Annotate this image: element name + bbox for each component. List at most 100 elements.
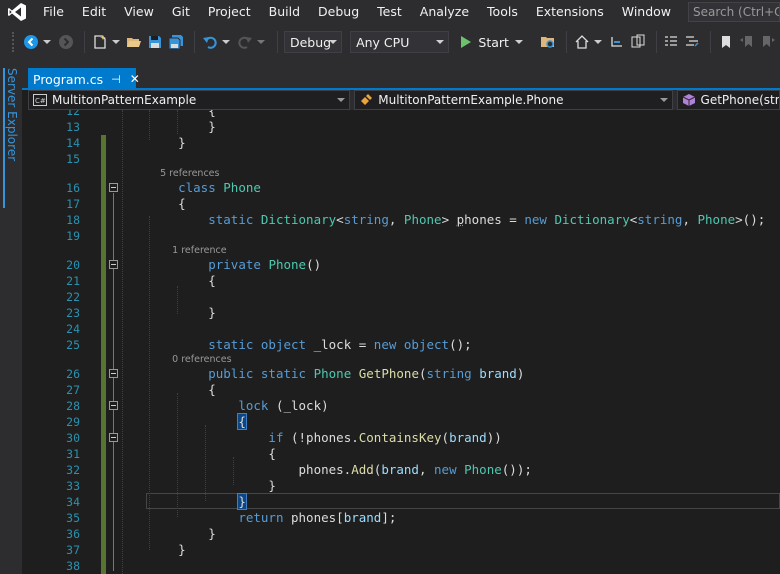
method-icon [682,93,696,107]
start-debugging-button[interactable]: Start [457,31,527,53]
menu-project[interactable]: Project [199,0,260,24]
menu-test[interactable]: Test [368,0,411,24]
menu-file[interactable]: File [34,0,73,24]
chevron-down-icon[interactable] [222,31,231,53]
solution-platform-value: Any CPU [356,34,410,50]
menu-window[interactable]: Window [613,0,680,24]
menu-tools[interactable]: Tools [478,0,527,24]
solution-configuration-select[interactable]: Debug [283,31,343,53]
side-panel-strip: Server Explorer [0,60,22,574]
bookmark-icon[interactable] [717,31,735,53]
redo-icon[interactable] [236,31,254,53]
line-number: 28 [66,399,80,413]
codelens-references[interactable]: 1 reference [148,244,780,257]
menu-view[interactable]: View [115,0,163,24]
navigate-forward-icon[interactable] [57,31,75,53]
chevron-down-icon[interactable] [257,31,266,53]
code-text[interactable]: { } } 5 references class Phone { static … [148,110,780,574]
indicator-margin[interactable] [28,110,46,574]
chevron-down-icon [659,98,668,102]
close-icon[interactable]: ✕ [130,72,140,86]
search-input[interactable]: Search (Ctrl+Q) [688,2,780,22]
member-dropdown[interactable]: GetPhone(string brand) [676,90,780,110]
collapse-icon[interactable] [109,433,118,442]
project-dropdown[interactable]: C# MultitonPatternExample [28,90,351,110]
line-number: 38 [66,559,80,573]
member-name: GetPhone(string brand) [700,93,780,107]
menu-debug[interactable]: Debug [309,0,368,24]
chevron-down-icon[interactable] [111,31,120,53]
visual-studio-logo-icon[interactable] [0,0,34,24]
save-all-icon[interactable] [167,31,185,53]
chevron-down-icon[interactable] [593,31,602,53]
line-number: 29 [66,415,80,429]
server-explorer-tab[interactable]: Server Explorer [3,68,19,208]
previous-bookmark-icon[interactable] [738,31,756,53]
toolbar-grip[interactable] [12,32,16,52]
undo-icon[interactable] [201,31,219,53]
menu-build[interactable]: Build [260,0,309,24]
bookmark-list-icon[interactable] [629,31,647,53]
menu-edit[interactable]: Edit [73,0,115,24]
code-line-16: class Phone [178,180,261,195]
chevron-down-icon[interactable] [514,40,523,44]
line-number: 16 [66,181,80,195]
open-folder-icon[interactable] [126,31,144,53]
standard-toolbar: Debug Any CPU Start [0,24,780,60]
indent-guide [122,110,123,574]
code-line-23: } [148,305,216,320]
code-editor[interactable]: 12 13 14 15 16 17 18 19 20 21 22 23 24 2… [28,110,780,574]
uncomment-lines-icon[interactable] [683,31,701,53]
chevron-down-icon [436,40,445,44]
outlining-margin[interactable] [108,110,120,574]
line-number: 14 [66,136,80,150]
line-number: 34 [66,495,80,509]
change-tracking-bar [101,135,106,574]
line-number: 31 [66,447,80,461]
step-over-icon[interactable] [608,31,626,53]
line-number: 25 [66,338,80,352]
code-line-27: { [148,382,216,397]
menu-git[interactable]: Git [163,0,199,24]
code-line-28: lock (_lock) [238,398,329,413]
home-icon[interactable] [573,31,591,53]
line-number: 36 [66,527,80,541]
document-tab-program[interactable]: Program.cs ⊣ ✕ [28,68,140,90]
solution-platform-select[interactable]: Any CPU [350,31,450,53]
start-label: Start [478,34,509,50]
menu-analyze[interactable]: Analyze [411,0,478,24]
code-line-32: phones.Add(brand, new Phone()); [148,462,532,477]
play-icon [461,36,472,48]
code-line-29: { [237,413,247,430]
collapse-icon[interactable] [109,401,118,410]
code-line-33: } [148,478,276,493]
chevron-down-icon[interactable] [42,31,51,53]
codelens-references[interactable]: 5 references [148,167,780,180]
collapse-icon[interactable] [109,369,118,378]
menu-extensions[interactable]: Extensions [527,0,613,24]
collapse-icon[interactable] [109,260,118,269]
navigate-back-icon[interactable] [22,31,40,53]
line-number-gutter: 12 13 14 15 16 17 18 19 20 21 22 23 24 2… [46,110,80,574]
codelens-references[interactable]: 0 references [148,353,780,366]
collapse-icon[interactable] [109,183,118,192]
browse-folder-icon[interactable] [539,31,557,53]
chevron-down-icon [337,98,346,102]
line-number: 26 [66,367,80,381]
document-tab-label: Program.cs [33,71,104,87]
save-icon[interactable] [146,31,164,53]
toolbar-separator [655,31,657,53]
code-line-26: public static Phone GetPhone(string bran… [208,366,525,381]
comment-lines-icon[interactable] [663,31,681,53]
new-project-icon[interactable] [91,31,109,53]
code-line-18: static Dictionary<string, Phone> phones … [208,212,766,227]
line-number: 18 [66,213,80,227]
pin-icon[interactable]: ⊣ [111,73,121,86]
project-name: MultitonPatternExample [52,93,197,107]
code-line-21: { [148,273,216,288]
next-bookmark-icon[interactable] [759,31,777,53]
toolbar-separator [277,31,278,53]
type-dropdown[interactable]: MultitonPatternExample.Phone [354,90,673,110]
